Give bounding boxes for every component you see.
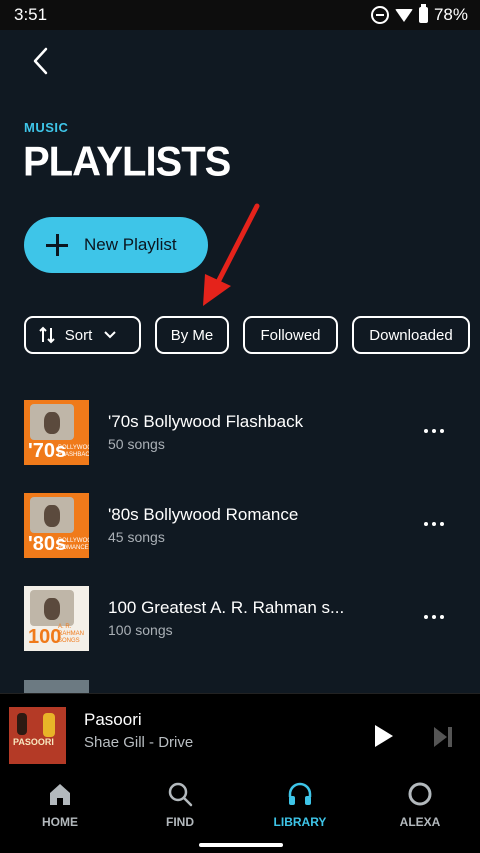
back-arrow-icon[interactable] — [26, 46, 56, 76]
nav-find[interactable]: FIND — [120, 777, 240, 853]
mini-player[interactable]: PASOORI Pasoori Shae Gill - Drive — [0, 693, 480, 778]
new-playlist-button[interactable]: New Playlist — [24, 217, 208, 273]
battery-icon — [418, 4, 428, 23]
new-playlist-label: New Playlist — [84, 235, 177, 254]
playlist-name: '70s Bollywood Flashback — [108, 412, 304, 431]
now-playing-artist: Shae Gill - Drive — [84, 734, 194, 751]
nav-alexa[interactable]: ALEXA — [360, 777, 480, 853]
wifi-icon — [394, 8, 413, 22]
playlist-artwork: '80s BOLLYWOOD ROMANCE — [24, 493, 89, 558]
filter-downloaded[interactable]: Downloaded — [352, 316, 470, 354]
playlist-artwork: 100 A. R. RAHMAN SONGS — [24, 586, 89, 651]
nav-home[interactable]: HOME — [0, 777, 120, 853]
status-icons: 78% — [370, 4, 468, 25]
more-options-icon[interactable] — [424, 429, 444, 435]
now-playing-artwork: PASOORI — [9, 707, 66, 764]
alexa-icon — [408, 782, 432, 806]
now-playing-title: Pasoori — [84, 710, 142, 729]
more-options-icon[interactable] — [424, 615, 444, 621]
battery-level: 78% — [433, 5, 468, 24]
search-icon — [168, 782, 193, 807]
playlist-song-count: 50 songs — [108, 436, 165, 452]
sort-button[interactable]: Sort — [24, 316, 141, 354]
bottom-nav: HOME FIND LIBRARY ALEXA — [0, 777, 480, 853]
playlist-row[interactable]: 100 A. R. RAHMAN SONGS 100 Greatest A. R… — [0, 586, 480, 656]
playlist-song-count: 100 songs — [108, 622, 173, 638]
do-not-disturb-icon — [370, 6, 389, 24]
plus-icon — [46, 234, 68, 256]
playlist-name: 100 Greatest A. R. Rahman s... — [108, 598, 345, 617]
skip-next-icon[interactable] — [434, 727, 452, 747]
nav-library[interactable]: LIBRARY — [240, 777, 360, 853]
sort-icon — [39, 326, 55, 344]
annotation-arrow — [203, 203, 260, 306]
playlist-artwork: '70s BOLLYWOOD FLASHBACK — [24, 400, 89, 465]
home-icon — [50, 784, 70, 805]
section-kicker: MUSIC — [24, 120, 69, 135]
headphones-icon — [288, 782, 312, 805]
playlist-song-count: 45 songs — [108, 529, 165, 545]
playlist-row[interactable]: '80s BOLLYWOOD ROMANCE '80s Bollywood Ro… — [0, 493, 480, 563]
chevron-down-icon — [104, 331, 116, 339]
playlist-artwork-partial — [24, 680, 89, 694]
play-icon[interactable] — [375, 725, 393, 747]
playlist-name: '80s Bollywood Romance — [108, 505, 299, 524]
sort-label: Sort — [64, 326, 93, 344]
filter-followed[interactable]: Followed — [243, 316, 338, 354]
status-bar: 3:51 78% — [0, 0, 480, 30]
status-time: 3:51 — [14, 5, 48, 24]
gesture-bar — [199, 843, 283, 847]
filter-by-me[interactable]: By Me — [155, 316, 229, 354]
playlist-row[interactable]: '70s BOLLYWOOD FLASHBACK '70s Bollywood … — [0, 400, 480, 470]
more-options-icon[interactable] — [424, 522, 444, 528]
page-title: PLAYLISTS — [23, 138, 231, 186]
